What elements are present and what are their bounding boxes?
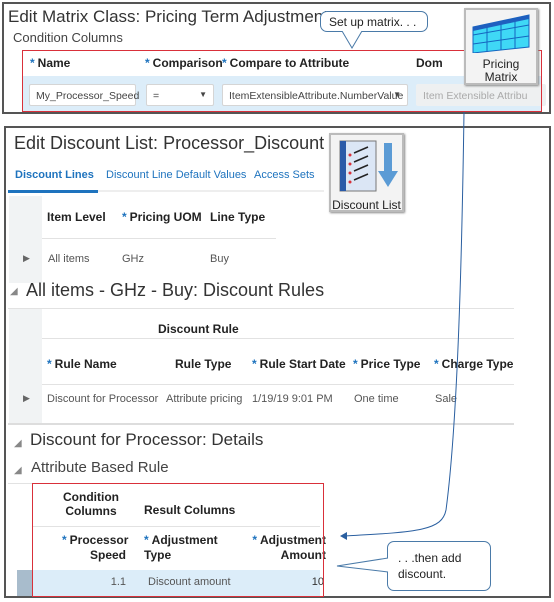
callout-add-discount: . . .then add discount. (387, 541, 491, 591)
connector-arrow (340, 111, 465, 540)
callout-tail (336, 557, 389, 573)
